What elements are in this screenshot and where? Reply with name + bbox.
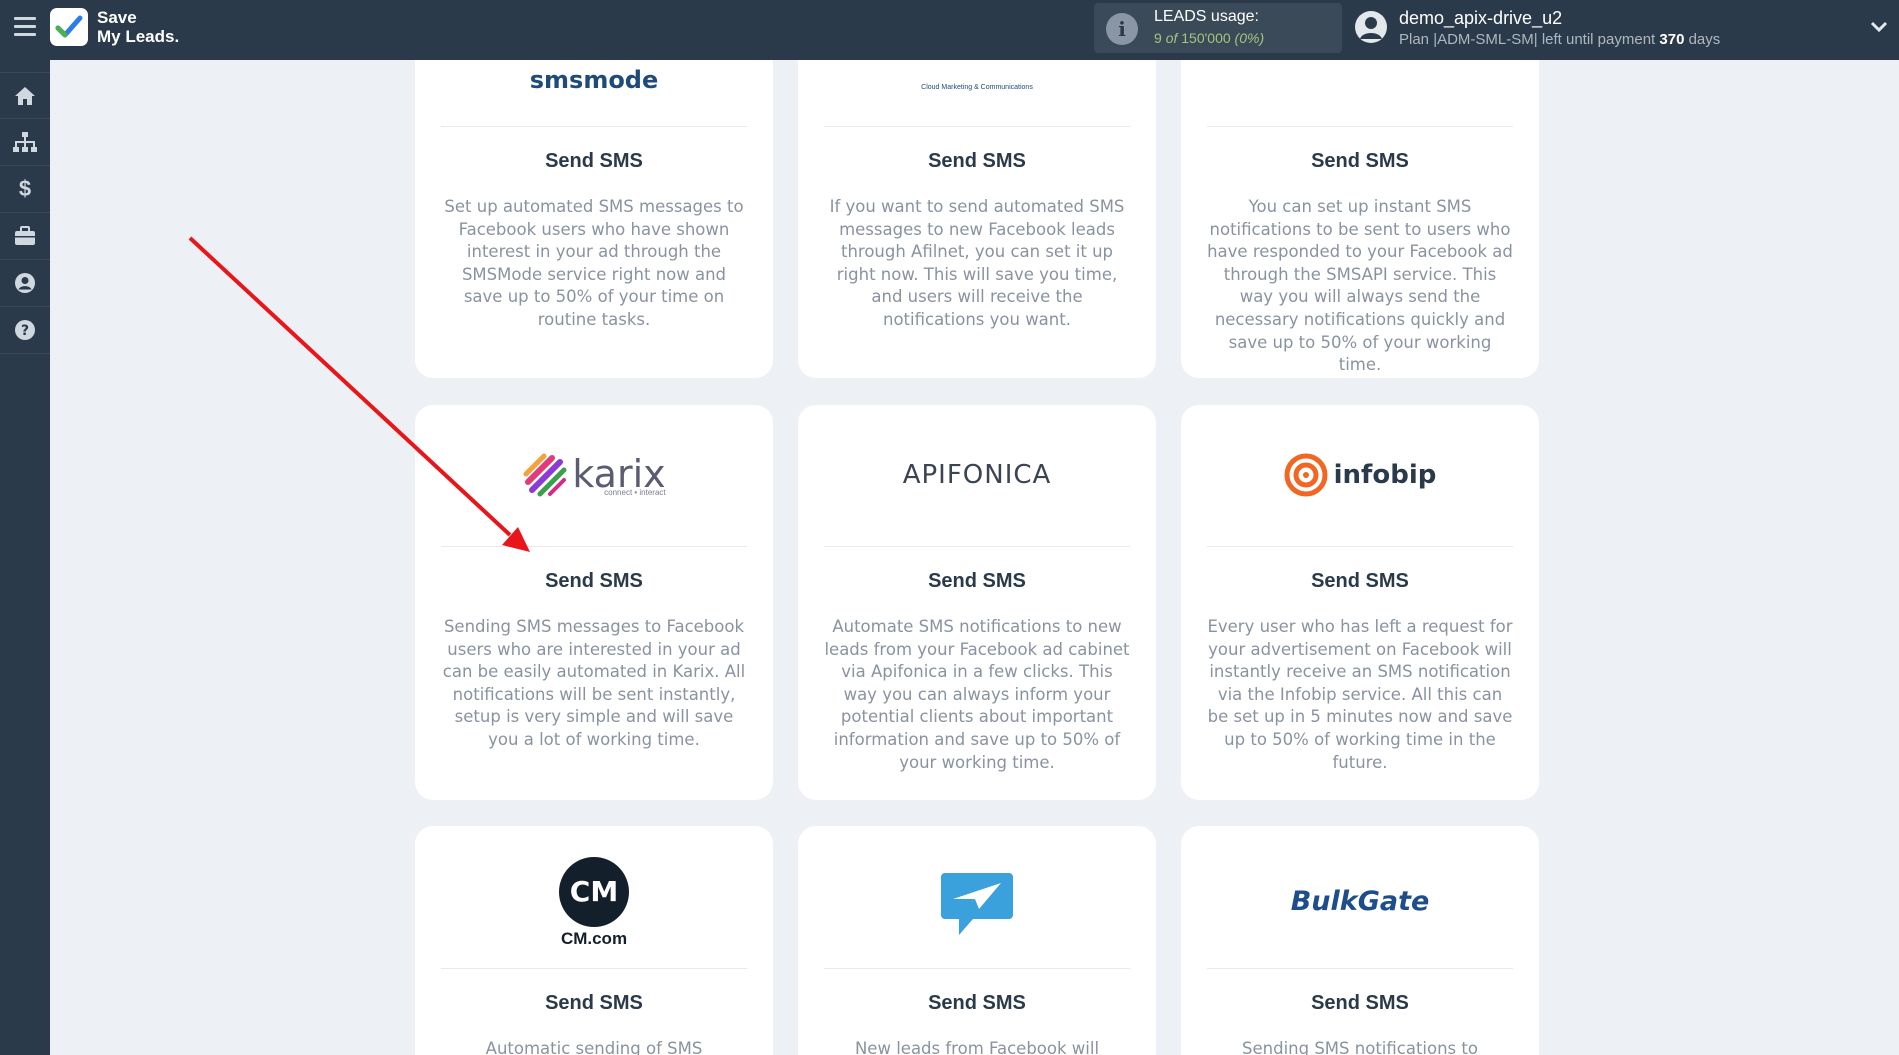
home-icon <box>15 86 35 105</box>
card-title: Send SMS <box>928 992 1026 1014</box>
integration-card-bulkgate[interactable]: BulkGate Send SMS Sending SMS notificati… <box>1181 826 1539 1055</box>
user-name[interactable]: demo_apix-drive_u2 <box>1399 8 1562 29</box>
card-description: You can set up instant SMS notifications… <box>1207 197 1513 375</box>
smsmode-logo: smsmode <box>529 66 659 94</box>
infobip-mark-icon <box>1284 453 1328 497</box>
card-description: New leads from Facebook will <box>854 1039 1100 1055</box>
paper-plane-bubble-icon <box>941 873 1013 935</box>
dollar-icon: $ <box>18 176 32 201</box>
integration-card-cm[interactable]: CM CM.com Send SMS Automatic sending of … <box>415 826 773 1055</box>
briefcase-icon <box>15 226 35 245</box>
apifonica-logo: APIFONICA <box>902 460 1052 490</box>
sidebar-item-account[interactable] <box>0 260 50 307</box>
card-title: Send SMS <box>1311 992 1409 1014</box>
help-icon: ? <box>15 320 35 340</box>
card-title: Send SMS <box>545 150 643 172</box>
integration-card-smsmode[interactable]: smsmode Send SMS Set up automated SMS me… <box>415 20 773 378</box>
chevron-down-icon[interactable] <box>1870 20 1888 38</box>
info-icon: i <box>1106 13 1138 45</box>
card-description: Sending SMS notifications to <box>1242 1039 1478 1055</box>
avatar-icon[interactable] <box>1355 11 1387 43</box>
sidebar-item-help[interactable]: ? <box>0 307 50 354</box>
cm-logo: CM CM.com <box>415 856 773 950</box>
integration-card-afilnet[interactable]: Cloud Marketing & Communications Send SM… <box>798 20 1156 378</box>
karix-mark-icon <box>523 453 567 497</box>
menu-icon[interactable] <box>14 17 36 37</box>
sidebar-item-connections[interactable] <box>0 119 50 166</box>
leads-usage-count: 9 of 150'000 (0%) <box>1154 30 1265 46</box>
card-title: Send SMS <box>1311 150 1409 172</box>
sidebar-item-billing[interactable]: $ <box>0 166 50 213</box>
integration-card-apifonica[interactable]: APIFONICA Send SMS Automate SMS notifica… <box>798 405 1156 800</box>
checkmark-logo-icon <box>50 8 88 46</box>
sidebar-item-tools[interactable] <box>0 213 50 260</box>
brand-logo[interactable]: Save My Leads. <box>50 8 179 46</box>
card-description: Automatic sending of SMS <box>485 1039 703 1055</box>
user-plan: Plan |ADM-SML-SM| left until payment 370… <box>1399 31 1721 48</box>
bulkgate-logo: BulkGate <box>1290 885 1430 917</box>
integration-card-sms-bubble[interactable]: Send SMS New leads from Facebook will <box>798 826 1156 1055</box>
afilnet-logo: Cloud Marketing & Communications <box>921 83 1033 91</box>
integration-card-karix[interactable]: karix connect • interact Send SMS Sendin… <box>415 405 773 800</box>
top-bar: Save My Leads. i LEADS usage: 9 of 150'0… <box>0 0 1899 60</box>
card-title: Send SMS <box>545 992 643 1014</box>
card-title: Send SMS <box>545 570 643 592</box>
user-icon <box>15 273 35 293</box>
integration-card-infobip[interactable]: infobip Send SMS Every user who has left… <box>1181 405 1539 800</box>
sidebar-item-home[interactable] <box>0 72 50 119</box>
sitemap-icon <box>13 132 37 152</box>
smsapi-logo <box>1181 60 1539 100</box>
card-title: Send SMS <box>928 150 1026 172</box>
svg-text:?: ? <box>21 323 29 339</box>
leads-usage-panel[interactable]: i LEADS usage: 9 of 150'000 (0%) <box>1094 3 1342 53</box>
integration-card-smsapi[interactable]: Send SMS You can set up instant SMS noti… <box>1181 20 1539 378</box>
sms-bubble-logo <box>798 864 1156 944</box>
brand-name: Save My Leads. <box>97 8 180 46</box>
card-description: Every user who has left a request for yo… <box>1207 617 1513 772</box>
card-description: Automate SMS notifications to new leads … <box>824 617 1130 772</box>
sidebar: $ ? <box>0 60 50 1055</box>
card-description: Set up automated SMS messages to Faceboo… <box>444 197 744 329</box>
card-title: Send SMS <box>1311 570 1409 592</box>
leads-usage-title: LEADS usage: <box>1154 8 1259 25</box>
card-title: Send SMS <box>928 570 1026 592</box>
infobip-logo: infobip <box>1181 451 1539 499</box>
card-description: If you want to send automated SMS messag… <box>829 197 1125 329</box>
card-description: Sending SMS messages to Facebook users w… <box>442 617 746 749</box>
karix-logo: karix connect • interact <box>415 451 773 499</box>
